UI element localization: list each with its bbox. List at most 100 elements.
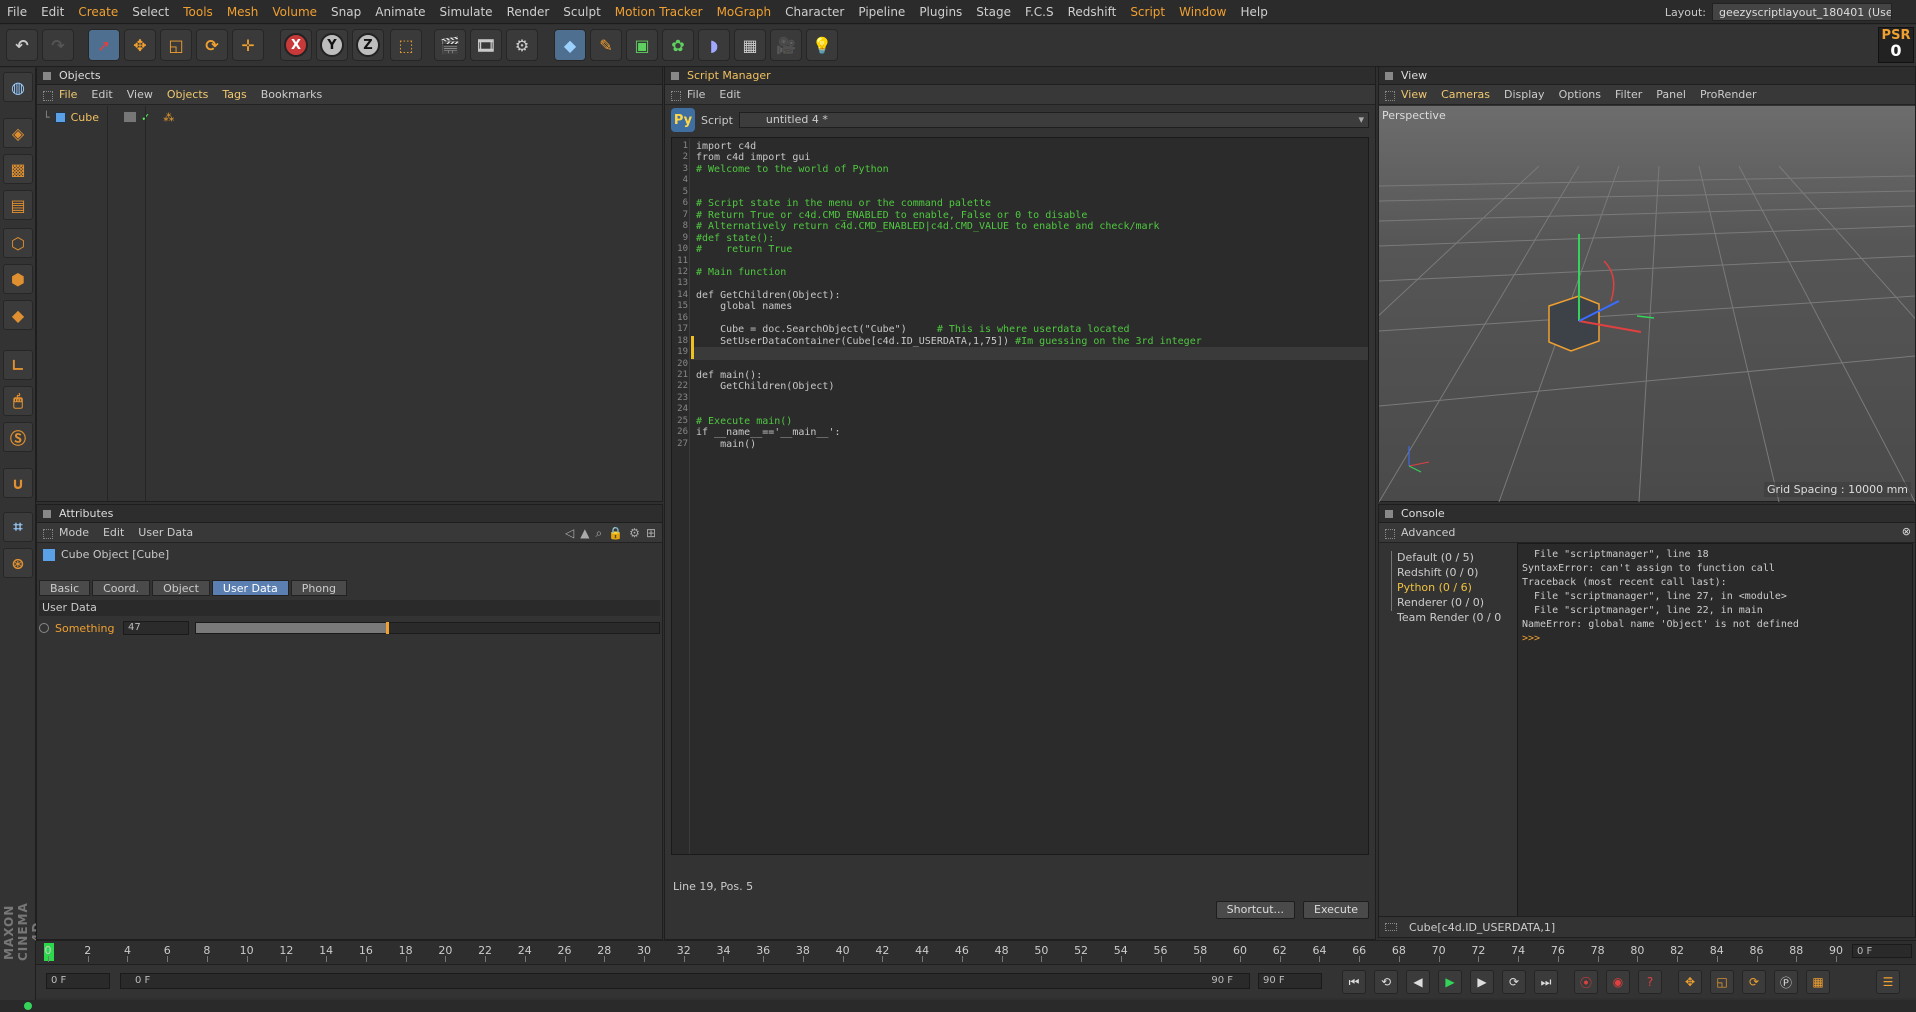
menu-edit[interactable]: Edit <box>34 0 71 24</box>
pen-spline-icon[interactable]: ✎ <box>590 29 622 61</box>
points-mode-icon[interactable]: ⬡ <box>3 228 33 258</box>
menu-f-c-s[interactable]: F.C.S <box>1018 0 1061 24</box>
menu-help[interactable]: Help <box>1233 0 1274 24</box>
menu-character[interactable]: Character <box>778 0 851 24</box>
x-axis-toggle[interactable]: X <box>280 29 312 61</box>
render-view-icon[interactable]: 🎬 <box>434 29 466 61</box>
y-axis-toggle[interactable]: Y <box>316 29 348 61</box>
menu-user-data[interactable]: User Data <box>138 523 193 542</box>
menu-prorender[interactable]: ProRender <box>1700 85 1757 104</box>
z-axis-toggle[interactable]: Z <box>352 29 384 61</box>
render-settings-icon[interactable]: ⚙ <box>506 29 538 61</box>
tab-basic[interactable]: Basic <box>39 580 91 596</box>
edges-mode-icon[interactable]: ⬢ <box>3 264 33 294</box>
tab-object[interactable]: Object <box>152 580 210 596</box>
autokey-icon[interactable]: ◉ <box>1606 970 1630 994</box>
back-arrow-icon[interactable]: ◁ <box>565 526 574 541</box>
rotate-tool-icon[interactable]: ⟳ <box>196 29 228 61</box>
layout-selector[interactable]: Layout: geezyscriptlayout_180401 (User) <box>1665 3 1892 21</box>
menu-cameras[interactable]: Cameras <box>1441 85 1490 104</box>
search-icon[interactable]: ⌕ <box>595 526 602 541</box>
settings-icon[interactable]: ⚙ <box>629 526 640 541</box>
go-to-end-icon[interactable]: ⏭ <box>1534 970 1558 994</box>
menu-edit[interactable]: Edit <box>103 523 124 542</box>
3d-viewport[interactable]: Perspective Grid Spacing : 10000 mm <box>1379 106 1915 502</box>
menu-motion-tracker[interactable]: Motion Tracker <box>608 0 710 24</box>
parameter-key-icon[interactable]: Ⓟ <box>1774 970 1798 994</box>
solo-icon[interactable]: Ⓢ <box>3 422 33 452</box>
new-panel-icon[interactable]: ⊞ <box>646 526 656 541</box>
next-key-icon[interactable]: ⟳ <box>1502 970 1526 994</box>
render-picture-viewer-icon[interactable]: 🎞 <box>470 29 502 61</box>
menu-mesh[interactable]: Mesh <box>220 0 266 24</box>
make-editable-icon[interactable]: ◍ <box>3 72 33 102</box>
console-tree-item[interactable]: Default (0 / 5) <box>1397 551 1474 564</box>
menu-file[interactable]: File <box>687 85 705 104</box>
menu-simulate[interactable]: Simulate <box>433 0 500 24</box>
snap-icon[interactable]: ∪ <box>3 468 33 498</box>
play-icon[interactable]: ▶ <box>1438 970 1462 994</box>
menu-pipeline[interactable]: Pipeline <box>851 0 912 24</box>
axis-tool-icon[interactable]: ✛ <box>232 29 264 61</box>
menu-panel[interactable]: Panel <box>1656 85 1686 104</box>
timeline-window-icon[interactable]: ☰ <box>1876 970 1900 994</box>
timeline-end-field[interactable]: 0 F <box>1852 944 1912 958</box>
menu-render[interactable]: Render <box>500 0 557 24</box>
deformer-icon[interactable]: ◗ <box>698 29 730 61</box>
light-icon[interactable]: 💡 <box>806 29 838 61</box>
scale-tool-icon[interactable]: ◱ <box>160 29 192 61</box>
record-icon[interactable]: ⦿ <box>1574 970 1598 994</box>
axis-mode-icon[interactable]: ∟ <box>3 350 33 380</box>
menu-options[interactable]: Options <box>1559 85 1601 104</box>
layer-icon[interactable] <box>124 112 137 122</box>
select-tool-icon[interactable]: ➚ <box>88 29 120 61</box>
menu-edit[interactable]: Edit <box>719 85 740 104</box>
object-row-cube[interactable]: └ Cube ✓ ⁂ <box>43 109 174 125</box>
layout-dropdown[interactable]: geezyscriptlayout_180401 (User) <box>1712 3 1892 21</box>
start-frame-field[interactable]: 0 F <box>46 973 110 989</box>
console-tree-item[interactable]: Team Render (0 / 0 <box>1397 611 1501 624</box>
menu-window[interactable]: Window <box>1172 0 1233 24</box>
console-tree-item[interactable]: Python (0 / 6) <box>1397 581 1472 594</box>
menu-volume[interactable]: Volume <box>265 0 324 24</box>
script-dropdown[interactable]: untitled 4 * <box>738 112 1369 128</box>
menu-mode[interactable]: Mode <box>59 523 89 542</box>
undo-icon[interactable]: ↶ <box>6 29 38 61</box>
workplane-lock-icon[interactable]: ⌗ <box>3 512 33 542</box>
tweak-mode-icon[interactable]: 🖱 <box>3 386 33 416</box>
workplane-icon[interactable]: ▤ <box>3 190 33 220</box>
menu-objects[interactable]: Objects <box>167 85 209 104</box>
floor-icon[interactable]: ▦ <box>734 29 766 61</box>
move-tool-icon[interactable]: ✥ <box>124 29 156 61</box>
menu-view[interactable]: View <box>127 85 153 104</box>
menu-file[interactable]: File <box>59 85 77 104</box>
shortcut-button[interactable]: Shortcut... <box>1215 901 1295 919</box>
menu-animate[interactable]: Animate <box>368 0 432 24</box>
menu-create[interactable]: Create <box>71 0 125 24</box>
model-mode-icon[interactable]: ◈ <box>3 118 33 148</box>
console-tree-item[interactable]: Renderer (0 / 0) <box>1397 596 1484 609</box>
menu-view[interactable]: View <box>1401 85 1427 104</box>
menu-sculpt[interactable]: Sculpt <box>556 0 607 24</box>
preview-range-slider[interactable]: 0 F 90 F <box>120 973 1250 989</box>
close-icon[interactable]: ⊗ <box>1902 525 1911 538</box>
menu-tools[interactable]: Tools <box>176 0 220 24</box>
previous-key-icon[interactable]: ⟲ <box>1374 970 1398 994</box>
animate-radio-icon[interactable] <box>39 623 49 633</box>
tab-coord-[interactable]: Coord. <box>92 580 151 596</box>
menu-select[interactable]: Select <box>125 0 176 24</box>
menu-snap[interactable]: Snap <box>324 0 368 24</box>
menu-file[interactable]: File <box>0 0 34 24</box>
up-arrow-icon[interactable]: ▲ <box>580 526 589 541</box>
point-level-key-icon[interactable]: ▦ <box>1806 970 1830 994</box>
previous-frame-icon[interactable]: ◀ <box>1406 970 1430 994</box>
scale-key-icon[interactable]: ◱ <box>1710 970 1734 994</box>
menu-stage[interactable]: Stage <box>969 0 1018 24</box>
menu-redshift[interactable]: Redshift <box>1061 0 1124 24</box>
subdivision-icon[interactable]: ▣ <box>626 29 658 61</box>
menu-display[interactable]: Display <box>1504 85 1545 104</box>
execute-button[interactable]: Execute <box>1303 901 1369 919</box>
something-slider[interactable] <box>195 622 660 634</box>
rotation-key-icon[interactable]: ⟳ <box>1742 970 1766 994</box>
menu-tags[interactable]: Tags <box>222 85 246 104</box>
